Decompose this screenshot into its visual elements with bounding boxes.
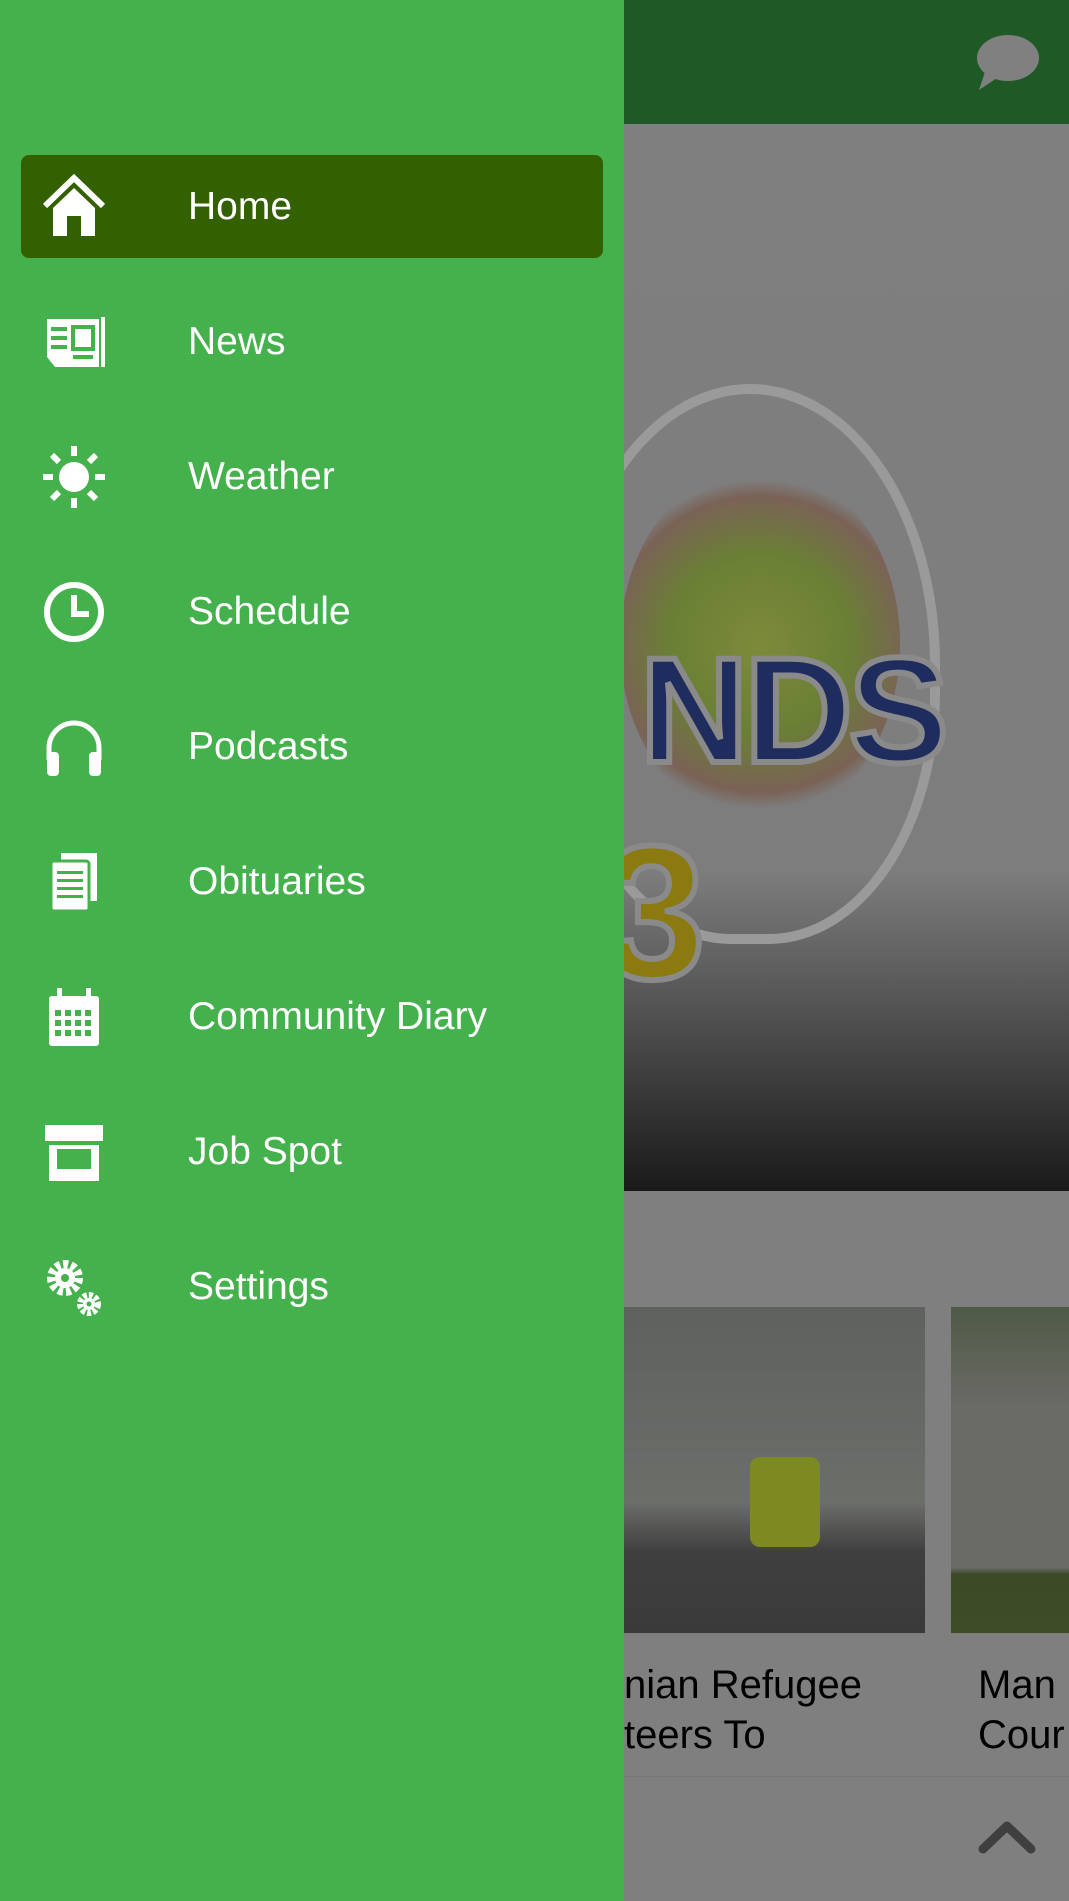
newspaper-icon: [41, 309, 107, 375]
sun-icon: [41, 444, 107, 510]
drawer-item-label: Schedule: [188, 589, 351, 633]
news-card-image[interactable]: [951, 1307, 1069, 1633]
chevron-up-icon[interactable]: [978, 1820, 1036, 1854]
drawer-item-label: Home: [188, 184, 293, 228]
chat-bubble-icon[interactable]: [975, 34, 1039, 92]
drawer-item-obituaries[interactable]: Obituaries: [21, 830, 603, 933]
drawer-item-label: Podcasts: [188, 724, 349, 768]
drawer-item-label: Settings: [188, 1264, 329, 1308]
drawer-item-news[interactable]: News: [21, 290, 603, 393]
drawer-item-label: Job Spot: [188, 1129, 342, 1173]
news-card-title[interactable]: Man Cour: [978, 1660, 1069, 1780]
drawer-item-label: Weather: [188, 454, 335, 498]
headphones-icon: [41, 714, 107, 780]
document-icon: [41, 849, 107, 915]
calendar-icon: [41, 984, 107, 1050]
clock-icon: [41, 579, 107, 645]
storefront-icon: [41, 1119, 107, 1185]
home-icon: [41, 173, 107, 240]
drawer-item-label: Community Diary: [188, 994, 488, 1038]
drawer-item-job-spot[interactable]: Job Spot: [21, 1100, 603, 1203]
drawer-item-label: Obituaries: [188, 859, 366, 903]
logo-text: NDS: [637, 623, 952, 797]
news-card-title[interactable]: nian Refugee teers To: [624, 1660, 944, 1780]
drawer-item-podcasts[interactable]: Podcasts: [21, 695, 603, 798]
drawer-item-home[interactable]: Home: [21, 155, 603, 258]
drawer-item-settings[interactable]: Settings: [21, 1235, 603, 1338]
drawer-item-community-diary[interactable]: Community Diary: [21, 965, 603, 1068]
gears-icon: [41, 1254, 107, 1320]
navigation-drawer: Home News Weather Schedule Podcasts Obituarie…: [0, 0, 624, 1901]
drawer-item-schedule[interactable]: Schedule: [21, 560, 603, 663]
drawer-item-label: News: [188, 319, 286, 363]
photo-person: [750, 1457, 820, 1547]
drawer-item-weather[interactable]: Weather: [21, 425, 603, 528]
